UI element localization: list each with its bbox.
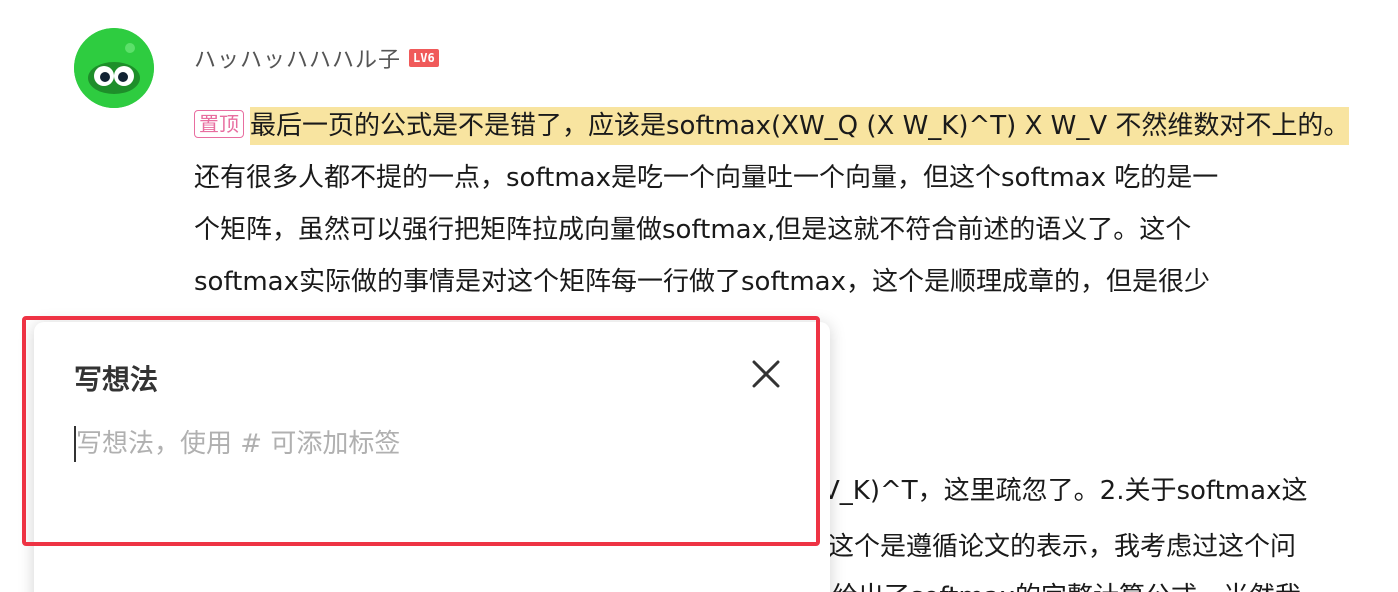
comment-line: 还有很多人都不提的一点，softmax是吃一个向量吐一个向量，但这个softma… xyxy=(194,163,1219,193)
level-badge: LV6 xyxy=(409,49,439,67)
comment-line: 个矩阵，虽然可以强行把矩阵拉成向量做softmax,但是这就不符合前述的语义了。… xyxy=(194,215,1192,245)
user-avatar[interactable] xyxy=(74,28,154,108)
idea-input[interactable] xyxy=(76,422,756,466)
close-icon xyxy=(752,360,780,388)
highlighted-text[interactable]: 最后一页的公式是不是错了，应该是softmax(XW_Q (X W_K)^T) … xyxy=(250,107,1350,145)
reply-fragment: 这个是遵循论文的表示，我考虑过这个问 xyxy=(828,532,1297,562)
pin-tag: 置顶 xyxy=(194,109,244,138)
avatar-image xyxy=(74,28,154,108)
page: ハッハッハハハル子 LV6 置顶 最后一页的公式是不是错了，应该是softmax(… xyxy=(0,0,1398,592)
close-button[interactable] xyxy=(748,356,784,392)
comment-body: 置顶 最后一页的公式是不是错了，应该是softmax(XW_Q (X W_K)^T… xyxy=(194,100,1364,308)
author-row: ハッハッハハハル子 LV6 xyxy=(194,42,439,74)
idea-input-wrap xyxy=(74,422,764,468)
popup-title: 写想法 xyxy=(74,363,159,396)
username[interactable]: ハッハッハハハル子 xyxy=(194,42,401,74)
reply-fragment: 给出了softmax的完整计算公式，当然我 xyxy=(832,576,1301,592)
write-idea-popup: 写想法 xyxy=(34,322,830,592)
comment-highlight-paragraph: 置顶 最后一页的公式是不是错了，应该是softmax(XW_Q (X W_K)^T… xyxy=(194,100,1364,152)
comment-line: softmax实际做的事情是对这个矩阵每一行做了softmax，这个是顺理成章的… xyxy=(194,267,1210,297)
reply-fragment: V_K)^T，这里疏忽了。2.关于softmax这 xyxy=(822,476,1308,506)
